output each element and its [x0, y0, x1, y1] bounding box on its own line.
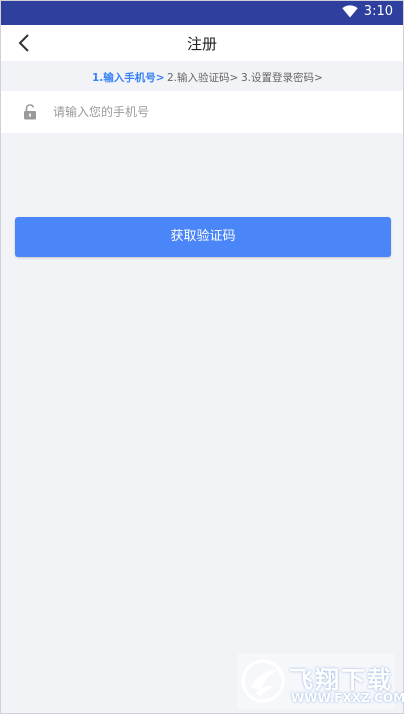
- get-code-button[interactable]: 获取验证码: [15, 217, 391, 257]
- watermark: 飞翔下载 WWW.FXXZ.COM: [237, 653, 404, 709]
- step-1: 1.输入手机号>: [92, 72, 165, 84]
- watermark-url: WWW.FXXZ.COM: [291, 691, 404, 705]
- steps-indicator: 1.输入手机号> 2.输入验证码> 3.设置登录密码>: [1, 61, 403, 91]
- phone-input-row[interactable]: [1, 91, 403, 133]
- status-time: 3:10: [363, 4, 393, 19]
- watermark-logo-icon: [241, 657, 285, 705]
- lock-icon: [23, 104, 37, 120]
- wifi-icon: [342, 5, 358, 18]
- watermark-name: 飞翔下载: [289, 666, 393, 694]
- page-title: 注册: [186, 35, 217, 53]
- header: 注册: [1, 25, 403, 61]
- step-3: 3.设置登录密码>: [241, 72, 323, 84]
- status-bar: 3:10: [1, 1, 403, 25]
- phone-input[interactable]: [53, 103, 373, 121]
- step-2: 2.输入验证码>: [167, 72, 239, 84]
- status-right: 3:10: [342, 4, 393, 19]
